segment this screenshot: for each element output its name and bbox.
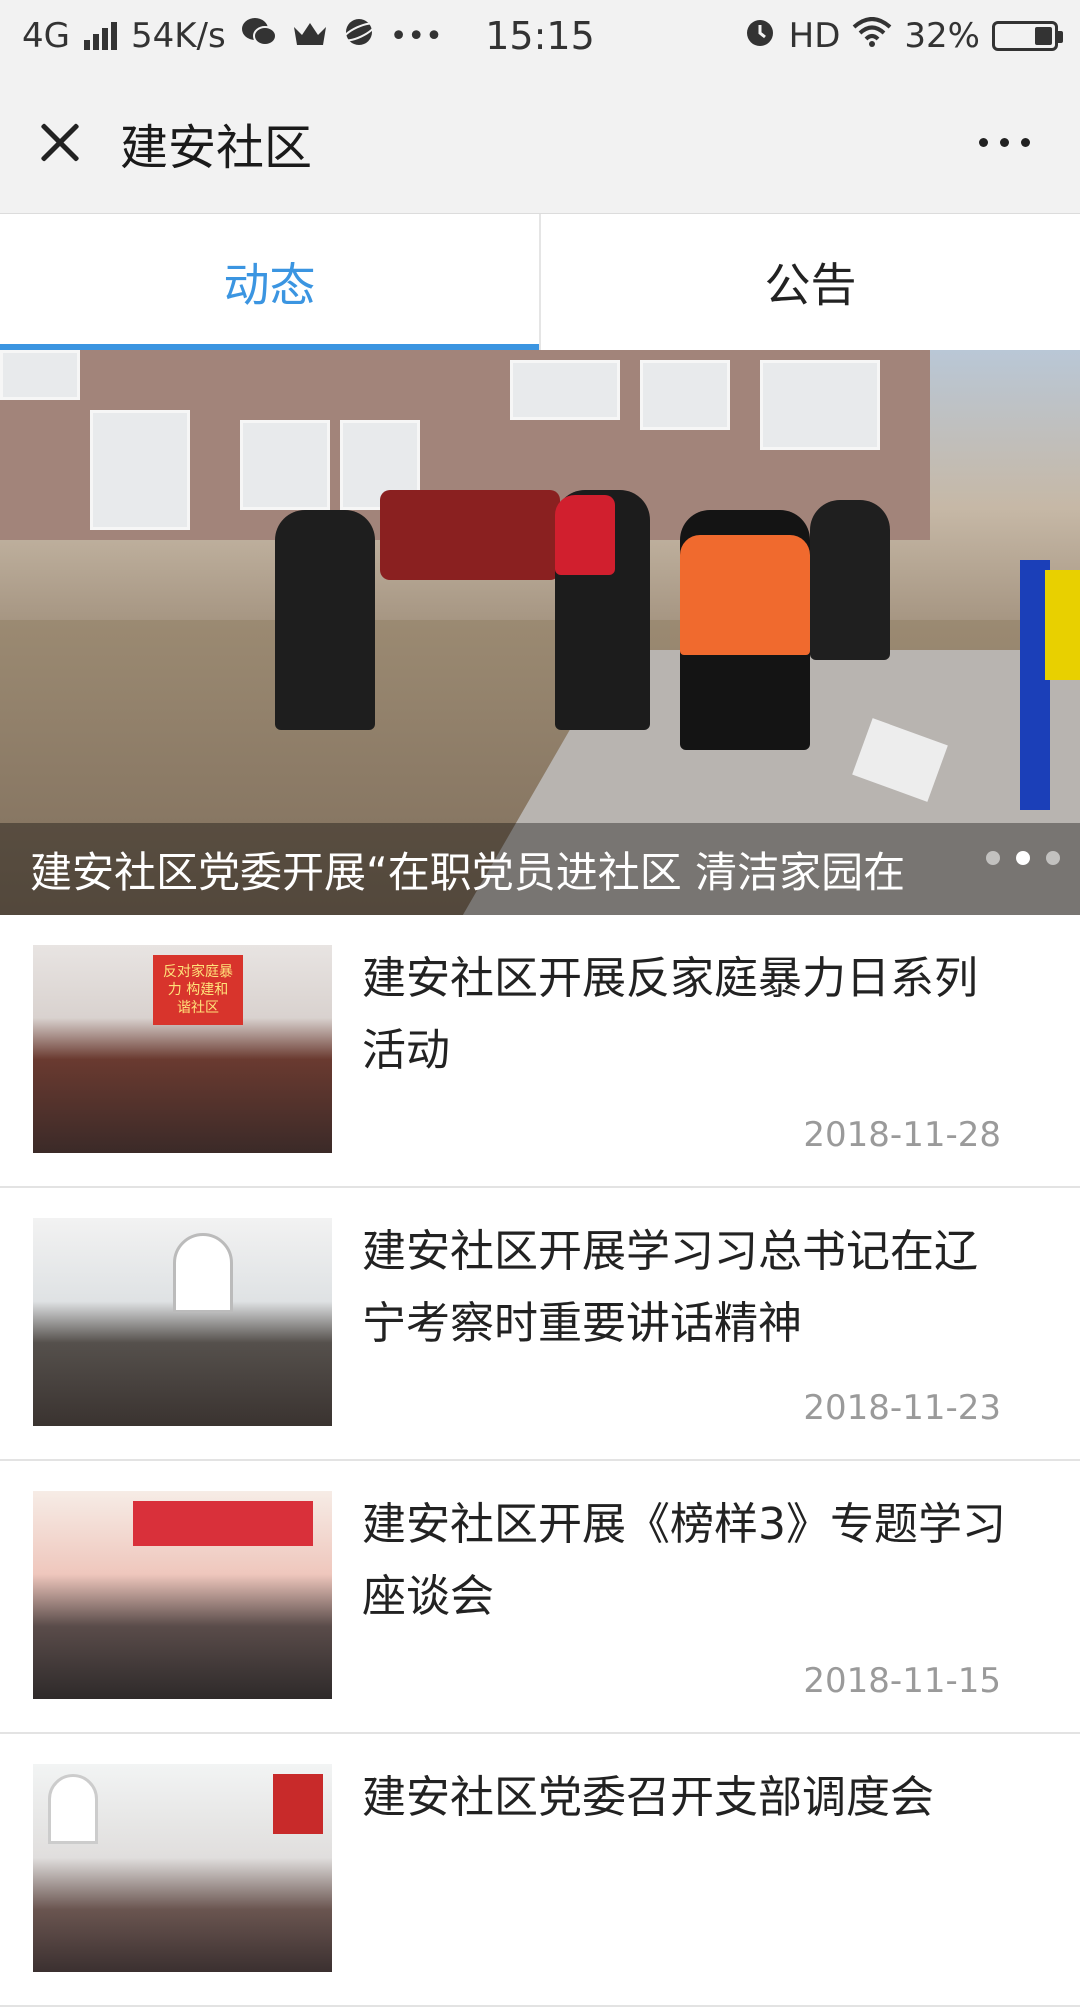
list-item[interactable]: 建安社区开展学习习总书记在辽宁考察时重要讲话精神 2018-11-23 [0, 1188, 1080, 1461]
signal-icon [83, 22, 117, 50]
network-type: 4G [22, 16, 70, 56]
battery-icon [992, 21, 1063, 51]
carousel-dot[interactable] [1016, 851, 1030, 865]
tab-news[interactable]: 动态 [0, 214, 541, 350]
status-right: HD 32% [743, 15, 1063, 58]
battery-percent: 32% [904, 16, 980, 56]
banner-caption: 建安社区党委开展“在职党员进社区 清洁家园在 [0, 823, 1080, 915]
close-icon[interactable] [30, 113, 90, 173]
network-speed: 54K/s [130, 16, 226, 56]
hd-label: HD [788, 16, 841, 56]
wifi-icon [852, 16, 892, 56]
article-title: 建安社区开展反家庭暴力日系列活动 [362, 953, 978, 1076]
article-date: 2018-11-28 [803, 1115, 1001, 1155]
status-bar: 4G 54K/s ••• 15:15 HD 32% [0, 0, 1080, 72]
article-title: 建安社区党委召开支部调度会 [362, 1772, 934, 1823]
battery-fill [1035, 27, 1052, 45]
carousel-indicator [986, 851, 1060, 865]
wechat-icon [240, 16, 278, 57]
list-item[interactable]: 建安社区党委召开支部调度会 [0, 1734, 1080, 2007]
tab-bar: 动态 公告 [0, 214, 1080, 350]
more-icon[interactable] [979, 138, 1030, 147]
article-thumbnail [33, 1218, 332, 1426]
status-left: 4G 54K/s ••• [22, 15, 443, 58]
carousel-dot[interactable] [986, 851, 1000, 865]
tab-announcements[interactable]: 公告 [541, 214, 1080, 350]
article-title: 建安社区开展《榜样3》专题学习座谈会 [362, 1499, 1006, 1622]
article-title: 建安社区开展学习习总书记在辽宁考察时重要讲话精神 [362, 1226, 978, 1349]
nav-bar: 建安社区 [0, 72, 1080, 214]
article-thumbnail [33, 1764, 332, 1972]
article-thumbnail [33, 1491, 332, 1699]
article-date: 2018-11-23 [803, 1388, 1001, 1428]
list-item[interactable]: 反对家庭暴力 构建和谐社区 建安社区开展反家庭暴力日系列活动 2018-11-2… [0, 915, 1080, 1188]
article-date: 2018-11-15 [803, 1661, 1001, 1701]
banner-van [380, 490, 560, 580]
carousel-dot[interactable] [1046, 851, 1060, 865]
crown-icon [292, 16, 328, 56]
more-dots-icon: ••• [389, 18, 443, 54]
article-list: 反对家庭暴力 构建和谐社区 建安社区开展反家庭暴力日系列活动 2018-11-2… [0, 915, 1080, 2007]
article-thumbnail: 反对家庭暴力 构建和谐社区 [33, 945, 332, 1153]
banner-person-1 [275, 510, 375, 730]
alarm-icon [743, 15, 777, 58]
page-title: 建安社区 [120, 119, 313, 176]
banner-person-4 [810, 500, 890, 660]
planet-icon [342, 15, 376, 58]
list-item[interactable]: 建安社区开展《榜样3》专题学习座谈会 2018-11-15 [0, 1461, 1080, 1734]
thumbnail-banner-text: 反对家庭暴力 构建和谐社区 [163, 964, 233, 1016]
banner-carousel[interactable]: 建安社区党委开展“在职党员进社区 清洁家园在 [0, 350, 1080, 915]
